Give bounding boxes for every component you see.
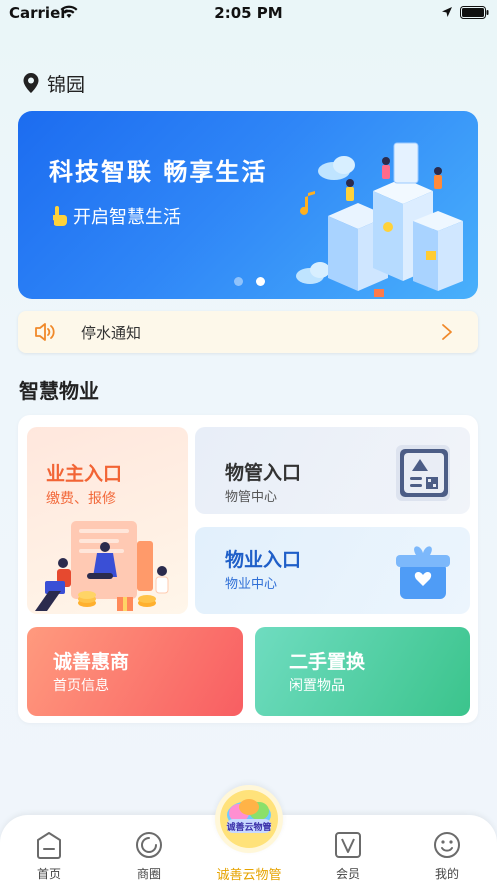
tab-business-circle-label: 商圈 bbox=[136, 867, 161, 881]
tab-chengshan-label: 诚善云物管 bbox=[216, 868, 282, 883]
services-panel: 业主入口 缴费、报修 物管入口 物管中心 物业入口 物业中心 诚善惠商 首页信息… bbox=[18, 415, 478, 723]
status-bar: Carrier 2:05 PM bbox=[0, 0, 497, 26]
secondhand-title: 二手置换 bbox=[289, 651, 366, 673]
speaker-icon bbox=[35, 323, 55, 341]
owner-entry-title: 业主入口 bbox=[46, 463, 123, 485]
banner-pagination bbox=[234, 277, 265, 286]
chevron-right-icon bbox=[442, 324, 452, 340]
promo-banner[interactable]: 科技智联 畅享生活 开启智慧生活 bbox=[18, 111, 478, 299]
location-arrow-icon bbox=[442, 7, 452, 17]
map-pin-icon bbox=[23, 73, 39, 93]
secondhand-card[interactable]: 二手置换 闲置物品 bbox=[255, 627, 470, 716]
merchant-title: 诚善惠商 bbox=[53, 651, 130, 673]
gift-heart-icon bbox=[396, 546, 450, 599]
location-selector[interactable]: 锦园 bbox=[22, 70, 85, 96]
section-title: 智慧物业 bbox=[19, 379, 99, 403]
merchant-card[interactable]: 诚善惠商 首页信息 bbox=[27, 627, 243, 716]
battery-icon bbox=[460, 6, 489, 19]
tab-mine-label: 我的 bbox=[434, 867, 459, 881]
tab-home[interactable]: 首页 bbox=[9, 815, 89, 883]
banner-title: 科技智联 畅享生活 bbox=[49, 158, 268, 186]
management-entry-card[interactable]: 物管入口 物管中心 bbox=[195, 427, 470, 514]
notice-bar[interactable]: 停水通知 bbox=[18, 311, 478, 353]
tab-member-label: 会员 bbox=[335, 867, 360, 881]
pagination-dot-active[interactable] bbox=[256, 277, 265, 286]
tab-home-label: 首页 bbox=[36, 867, 61, 881]
qr-card-icon bbox=[396, 445, 450, 501]
chengshan-logo-icon: 诚善云物管 bbox=[220, 790, 278, 848]
tap-hand-icon bbox=[50, 206, 67, 226]
owner-entry-subtitle: 缴费、报修 bbox=[46, 491, 116, 507]
owner-entry-card[interactable]: 业主入口 缴费、报修 bbox=[27, 427, 188, 614]
management-entry-title: 物管入口 bbox=[225, 462, 302, 484]
owner-illustration bbox=[35, 521, 169, 611]
banner-subtitle: 开启智慧生活 bbox=[73, 207, 181, 228]
tab-member[interactable]: 会员 bbox=[308, 815, 388, 883]
vip-icon bbox=[335, 832, 361, 858]
property-entry-subtitle: 物业中心 bbox=[225, 577, 278, 592]
property-entry-title: 物业入口 bbox=[225, 549, 302, 571]
merchant-subtitle: 首页信息 bbox=[53, 678, 109, 694]
logo-text: 诚善云物管 bbox=[226, 821, 271, 833]
tab-business-circle[interactable]: 商圈 bbox=[109, 815, 189, 883]
property-entry-card[interactable]: 物业入口 物业中心 bbox=[195, 527, 470, 614]
clock: 2:05 PM bbox=[214, 4, 283, 22]
secondhand-subtitle: 闲置物品 bbox=[289, 678, 345, 694]
tab-mine[interactable]: 我的 bbox=[407, 815, 487, 883]
pagination-dot[interactable] bbox=[234, 277, 243, 286]
smile-icon bbox=[434, 832, 460, 858]
management-entry-subtitle: 物管中心 bbox=[225, 490, 278, 505]
chengshan-logo-button[interactable]: 诚善云物管 bbox=[215, 785, 283, 853]
notice-text: 停水通知 bbox=[81, 324, 142, 342]
circle-icon bbox=[136, 832, 162, 858]
home-icon bbox=[37, 832, 61, 859]
location-name: 锦园 bbox=[47, 73, 86, 96]
smart-city-illustration bbox=[296, 142, 463, 297]
banner-subtitle-row: 开启智慧生活 bbox=[49, 203, 181, 229]
